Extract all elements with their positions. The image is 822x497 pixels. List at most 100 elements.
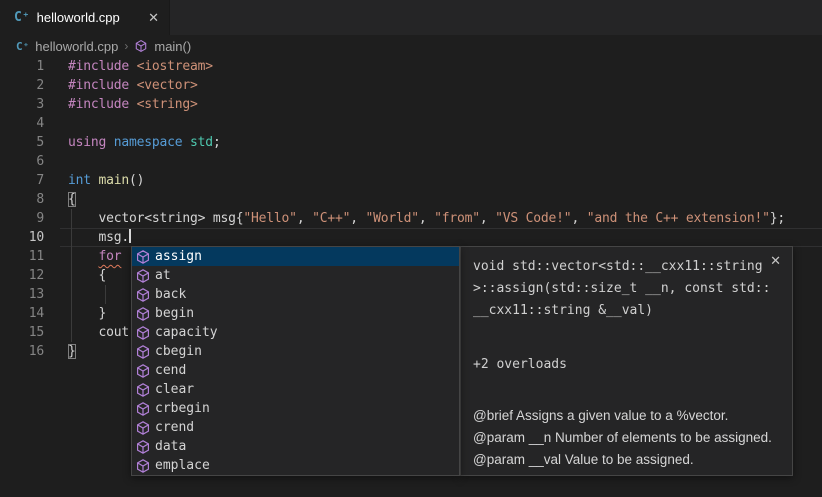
method-icon [135,401,151,417]
line-number: 6 [0,152,44,171]
code-token: <iostream> [137,59,213,74]
method-icon [135,363,151,379]
suggest-item-label: emplace [155,458,210,473]
suggest-item-back[interactable]: back [132,285,459,304]
code-token [68,249,99,264]
code-token: , [419,211,434,226]
line-number: 7 [0,171,44,190]
line-number: 13 [0,285,44,304]
line-number: 11 [0,247,44,266]
code-token: "VS Code!" [495,211,571,226]
code-line[interactable]: 10 msg. [0,228,822,247]
suggest-item-label: clear [155,382,194,397]
line-number: 4 [0,114,44,133]
suggest-item-capacity[interactable]: capacity [132,323,459,342]
suggest-item-label: at [155,268,171,283]
code-token: msg. [68,230,129,245]
line-number: 16 [0,342,44,361]
suggest-item-crbegin[interactable]: crbegin [132,399,459,418]
code-line[interactable]: 1#include <iostream> [0,57,822,76]
editor[interactable]: 1#include <iostream>2 #include <vector> 3 #… [0,57,822,497]
code-token: , [350,211,365,226]
code-token: }; [770,211,785,226]
line-number: 12 [0,266,44,285]
line-number: 3 [0,95,44,114]
code-token: cout [68,325,129,340]
doc-brief-line: @param __n Number of elements to be assi… [473,427,780,449]
signature-line: __cxx11::string &__val) [473,300,780,322]
suggest-item-clear[interactable]: clear [132,380,459,399]
method-icon [135,268,151,284]
method-icon [135,458,151,474]
code-line[interactable]: 9 vector<string> msg{"Hello", "C++", "Wo… [0,209,822,228]
code-line[interactable]: 6 [0,152,822,171]
method-icon [135,287,151,303]
suggest-item-assign[interactable]: assign [132,247,459,266]
code-token: () [129,173,144,188]
suggest-item-label: capacity [155,325,218,340]
breadcrumb-file[interactable]: helloworld.cpp [35,39,118,54]
code-text: #include <iostream> [68,57,213,76]
code-line[interactable]: 7 int main() [0,171,822,190]
line-number: 2 [0,76,44,95]
suggest-item-data[interactable]: data [132,437,459,456]
code-token: , [297,211,312,226]
code-text: using namespace std; [68,133,221,152]
close-icon[interactable]: ✕ [770,254,781,267]
code-line[interactable]: 5using namespace std; [0,133,822,152]
line-number: 14 [0,304,44,323]
method-icon [135,325,151,341]
doc-brief-line: @param __val Value to be assigned. [473,449,780,471]
method-icon [134,39,148,53]
code-token: , [571,211,586,226]
code-token: #include [68,97,137,112]
code-token: { [68,192,76,207]
code-token: for [99,249,122,264]
suggest-item-label: crend [155,420,194,435]
code-line[interactable]: 3 #include <string> [0,95,822,114]
code-line[interactable]: 4 [0,114,822,133]
method-icon [135,344,151,360]
code-token: <string> [137,97,198,112]
code-text: { [68,266,106,285]
breadcrumb-symbol[interactable]: main() [154,39,191,54]
method-icon [135,306,151,322]
line-number: 10 [0,228,44,247]
suggest-item-emplace[interactable]: emplace [132,456,459,475]
code-text: for [68,247,121,266]
code-token: std [190,135,213,150]
code-token: , [480,211,495,226]
code-token: #include [68,78,137,93]
signature-line: >::assign(std::size_t __n, const std:: [473,278,780,300]
code-text: #include <vector> [68,76,198,95]
suggest-item-cbegin[interactable]: cbegin [132,342,459,361]
suggest-item-at[interactable]: at [132,266,459,285]
suggest-docs-panel: ✕ void std::vector<std::__cxx11::string>… [460,246,793,476]
suggest-item-label: cbegin [155,344,202,359]
suggest-item-crend[interactable]: crend [132,418,459,437]
suggest-item-begin[interactable]: begin [132,304,459,323]
code-token: #include [68,59,137,74]
code-token: ; [213,135,221,150]
method-icon [135,249,151,265]
code-token: } [68,306,106,321]
breadcrumb: C⁺ helloworld.cpp › main() [0,35,822,57]
code-token: { [68,268,106,283]
cpp-file-icon: C⁺ [14,10,30,25]
line-number: 15 [0,323,44,342]
tab-close-icon[interactable]: ✕ [148,11,159,24]
code-token: "C++" [312,211,350,226]
code-line[interactable]: 8{ [0,190,822,209]
code-token: "and the C++ extension!" [587,211,770,226]
tab-helloworld-cpp[interactable]: C⁺ helloworld.cpp ✕ [0,0,170,35]
line-number: 8 [0,190,44,209]
suggest-item-label: begin [155,306,194,321]
code-line[interactable]: 2 #include <vector> [0,76,822,95]
suggest-item-cend[interactable]: cend [132,361,459,380]
code-token: "World" [365,211,418,226]
code-text: msg. [68,228,131,247]
code-text: int main() [68,171,144,190]
code-token: "Hello" [243,211,296,226]
method-icon [135,439,151,455]
code-text: #include <string> [68,95,198,114]
